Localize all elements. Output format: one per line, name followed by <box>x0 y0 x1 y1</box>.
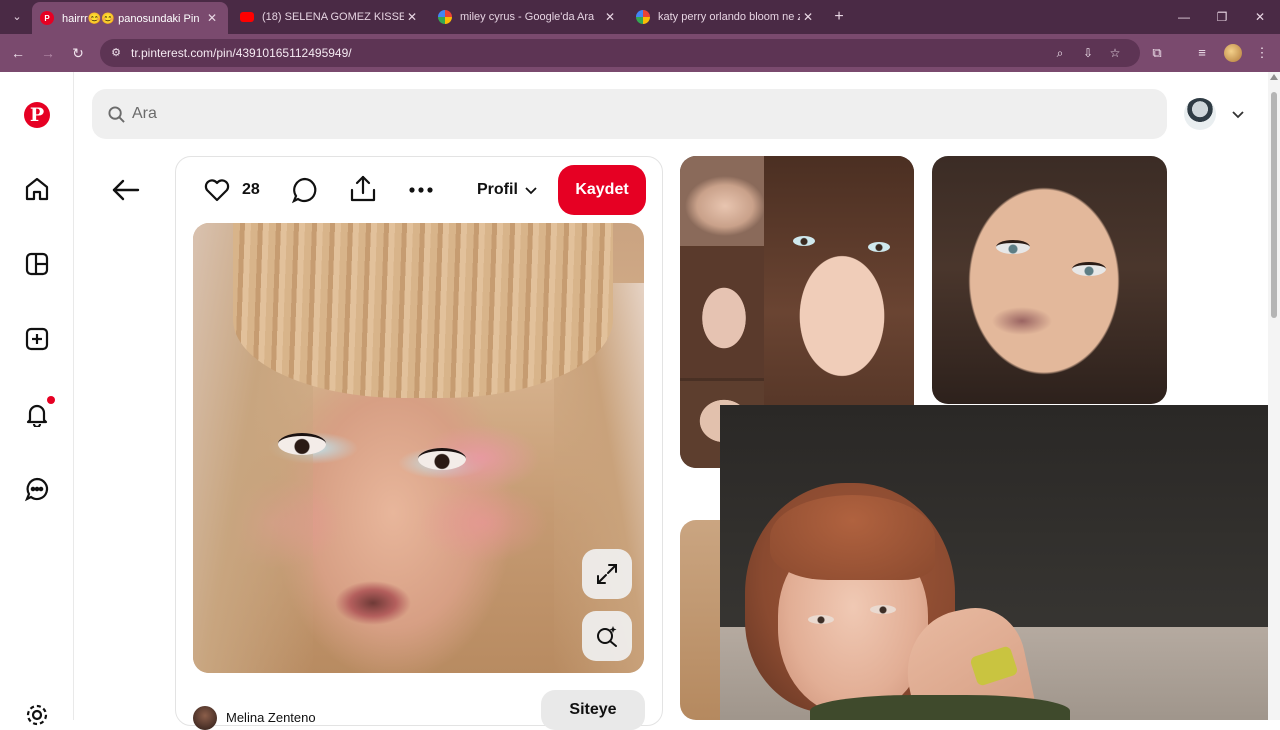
left-navigation-rail: P <box>0 72 74 726</box>
eye-shape <box>793 236 815 246</box>
pin-image[interactable] <box>193 223 644 673</box>
tab-google-katy[interactable]: katy perry orlando bloom ne za ✕ <box>628 4 824 30</box>
collage-photo <box>680 248 764 378</box>
eye-shape <box>418 448 466 470</box>
profile-dropdown-label: Profil <box>477 181 518 198</box>
visual-search-icon <box>597 626 617 647</box>
bookmark-star-icon[interactable]: ☆ <box>1107 45 1123 61</box>
person-bangs-shape <box>770 495 935 580</box>
tab-search-icon[interactable]: ⌄ <box>8 8 26 26</box>
eye-shape <box>808 615 834 624</box>
close-window-button[interactable]: ✕ <box>1250 8 1270 26</box>
minimize-button[interactable]: — <box>1174 8 1194 26</box>
tab-google-miley[interactable]: miley cyrus - Google'da Ara ✕ <box>430 4 626 30</box>
save-button[interactable]: Kaydet <box>558 165 646 215</box>
reload-button[interactable]: ↻ <box>68 43 88 63</box>
page-scrollbar[interactable] <box>1268 72 1280 720</box>
messages-icon[interactable] <box>22 474 52 504</box>
eye-shape <box>1072 262 1106 276</box>
related-pin-card[interactable] <box>932 156 1167 404</box>
expand-icon <box>597 564 617 584</box>
home-icon[interactable] <box>22 174 52 204</box>
browser-profile-avatar[interactable] <box>1224 44 1242 62</box>
user-avatar[interactable] <box>1184 98 1216 130</box>
eye-shape <box>870 605 896 614</box>
eye-shape <box>996 240 1030 254</box>
like-count: 28 <box>242 181 260 198</box>
browser-toolbar: ← → ↻ ⚙ tr.pinterest.com/pin/43910165112… <box>0 34 1280 72</box>
tab-title: katy perry orlando bloom ne za <box>658 11 800 23</box>
account-chevron-down-icon[interactable] <box>1230 106 1246 122</box>
notification-badge <box>47 396 55 404</box>
tab-close-icon[interactable]: ✕ <box>204 11 220 25</box>
tab-close-icon[interactable]: ✕ <box>404 10 420 24</box>
comment-icon[interactable] <box>291 176 319 204</box>
site-settings-icon[interactable]: ⚙ <box>108 45 124 61</box>
back-nav-button[interactable]: ← <box>8 43 28 63</box>
tab-title: hairrr😊😊 panosundaki Pin <box>62 12 200 25</box>
forward-nav-button[interactable]: → <box>38 43 58 63</box>
browser-menu-icon[interactable]: ⋮ <box>1252 43 1272 63</box>
tab-title: miley cyrus - Google'da Ara <box>460 11 595 23</box>
restore-button[interactable]: ❐ <box>1212 8 1232 26</box>
browser-tabbar: ⌄ P hairrr😊😊 panosundaki Pin ✕ (18) SELE… <box>0 0 1280 34</box>
hair-bangs-shape <box>233 223 613 398</box>
tab-youtube[interactable]: (18) SELENA GOMEZ KISSED HE ✕ <box>232 4 428 30</box>
install-app-icon[interactable]: ⇩ <box>1080 45 1096 61</box>
search-input[interactable] <box>132 89 1132 139</box>
expand-image-button[interactable] <box>582 549 632 599</box>
profile-board-dropdown[interactable]: Profil <box>477 181 538 199</box>
share-icon[interactable] <box>348 174 378 204</box>
zoom-icon[interactable]: ⌕ <box>1052 45 1068 61</box>
collage-photo <box>680 156 764 246</box>
author-name[interactable]: Melina Zenteno <box>226 710 316 725</box>
pinterest-favicon-icon: P <box>40 11 54 25</box>
search-bar[interactable] <box>92 89 1167 139</box>
person-shirt-shape <box>810 695 1070 720</box>
tab-title: (18) SELENA GOMEZ KISSED HE <box>262 11 404 23</box>
tab-close-icon[interactable]: ✕ <box>800 10 816 24</box>
explore-icon[interactable] <box>22 249 52 279</box>
like-heart-icon[interactable] <box>203 176 231 204</box>
media-controls-icon[interactable]: ≡ <box>1192 43 1212 63</box>
new-tab-button[interactable]: + <box>830 8 848 26</box>
visual-search-button[interactable] <box>582 611 632 661</box>
settings-gear-icon[interactable] <box>22 700 52 730</box>
google-favicon-icon <box>636 10 650 24</box>
address-bar[interactable]: ⚙ tr.pinterest.com/pin/43910165112495949… <box>100 39 1140 67</box>
back-arrow-icon[interactable] <box>108 172 144 208</box>
webcam-overlay <box>720 405 1280 720</box>
pinterest-logo-icon[interactable]: P <box>24 102 50 128</box>
more-options-icon[interactable] <box>406 176 436 204</box>
url-text: tr.pinterest.com/pin/43910165112495949/ <box>131 46 352 60</box>
scrollbar-thumb[interactable] <box>1271 92 1277 318</box>
notifications-bell-icon[interactable] <box>22 399 52 429</box>
chevron-down-icon <box>525 187 537 195</box>
search-icon <box>108 106 125 123</box>
scroll-up-arrow-icon[interactable] <box>1270 74 1278 80</box>
youtube-favicon-icon <box>240 12 254 22</box>
visit-site-button[interactable]: Siteye <box>541 690 645 730</box>
create-icon[interactable] <box>22 324 52 354</box>
eye-shape <box>868 242 890 252</box>
eye-shape <box>278 433 326 455</box>
extensions-icon[interactable]: ⧉ <box>1147 43 1167 63</box>
tab-close-icon[interactable]: ✕ <box>602 10 618 24</box>
tab-pinterest[interactable]: P hairrr😊😊 panosundaki Pin ✕ <box>32 2 228 34</box>
google-favicon-icon <box>438 10 452 24</box>
author-avatar[interactable] <box>193 706 217 730</box>
